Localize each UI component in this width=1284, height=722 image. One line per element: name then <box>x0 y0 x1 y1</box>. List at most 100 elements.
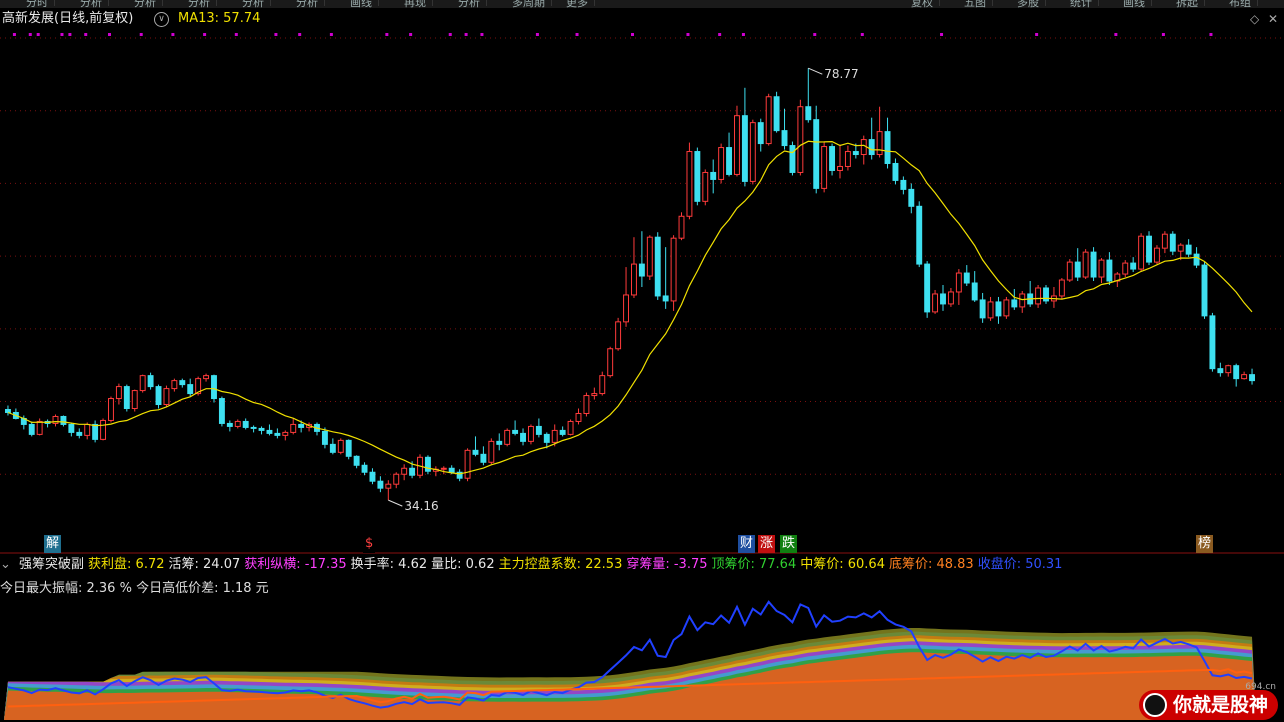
candle-body <box>1082 251 1089 278</box>
candlestick-chart[interactable]: 78.77 34.16 <box>0 0 1284 722</box>
candle-body <box>718 147 725 180</box>
marker-dot <box>480 33 484 36</box>
candle-body <box>860 139 867 156</box>
candle-body <box>345 439 352 457</box>
marker-dot <box>139 33 143 36</box>
candle-body <box>702 171 709 202</box>
candle-body <box>108 398 114 421</box>
indicator-value: 换手率: 4.62 <box>350 557 428 572</box>
candle-body <box>203 375 210 380</box>
event-tag[interactable]: 解 <box>44 535 62 553</box>
candle-body <box>527 425 534 442</box>
candle-body <box>599 375 606 395</box>
candle-body <box>868 139 875 156</box>
candle-body <box>147 375 154 388</box>
candle-body <box>884 131 891 164</box>
indicator-header: ⌄ 强筹突破副 获利盘: 6.72 活筹: 24.07 获利纵横: -17.35 换手率… <box>0 554 1284 576</box>
candle-body <box>5 409 11 413</box>
event-tag[interactable]: 榜 <box>1196 535 1214 553</box>
marker-dot <box>68 33 72 36</box>
indicator-name[interactable]: 强筹突破副 <box>19 557 84 572</box>
marker-dot <box>385 33 389 36</box>
candle-body <box>995 301 1002 317</box>
candle-body <box>1106 259 1113 282</box>
candle-body <box>258 427 265 431</box>
candle-body <box>726 147 733 175</box>
marker-dot <box>1114 33 1118 36</box>
candle-body <box>250 426 257 429</box>
candle-body <box>765 96 772 145</box>
indicator-stats-line: 今日最大振幅: 2.36 % 今日高低价差: 1.18 元 <box>0 581 269 596</box>
indicator-dropdown-icon[interactable]: ⌄ <box>0 557 15 572</box>
event-tag[interactable]: 跌 <box>780 535 798 553</box>
marker-dot <box>298 33 302 36</box>
marker-dot <box>718 33 722 36</box>
marker-dot <box>171 33 175 36</box>
indicator-value: 主力控盘系数: 22.53 <box>498 557 623 572</box>
candle-body <box>329 443 336 453</box>
candle-body <box>583 395 590 414</box>
low-pointer <box>388 499 403 507</box>
candle-body <box>488 440 495 463</box>
candle-body <box>440 467 447 470</box>
candle-body <box>266 429 273 434</box>
candle-body <box>908 188 915 207</box>
marker-dot <box>631 33 634 36</box>
candle-body <box>1249 374 1255 382</box>
candle-body <box>496 440 503 445</box>
candle-body <box>68 423 75 433</box>
candle-body <box>1161 233 1168 249</box>
candle-body <box>155 386 162 406</box>
marker-dot <box>1035 33 1039 36</box>
candle-body <box>385 483 392 489</box>
indicator-value: 收盘价: 50.31 <box>977 557 1063 572</box>
candle-body <box>1130 262 1137 270</box>
candle-body <box>971 282 978 301</box>
candle-body <box>123 386 130 410</box>
candle-body <box>916 205 923 265</box>
event-tag[interactable]: 涨 <box>758 535 776 553</box>
candle-body <box>844 151 851 167</box>
indicator-value: 获利盘: 6.72 <box>88 557 165 572</box>
indicator-value: 获利纵横: -17.35 <box>244 557 347 572</box>
candle-body <box>591 393 598 397</box>
candle-body <box>1122 262 1129 275</box>
candle-body <box>567 420 574 435</box>
marker-dot <box>12 33 16 36</box>
low-label: 34.16 <box>404 499 438 513</box>
marker-dot <box>234 33 238 36</box>
candle-body <box>631 263 637 296</box>
candle-body <box>131 390 138 410</box>
candle-body <box>218 398 225 424</box>
candle-body <box>464 449 471 479</box>
event-tag[interactable]: $ <box>363 535 376 553</box>
candle-body <box>813 119 820 189</box>
candle-body <box>559 429 566 435</box>
event-tag[interactable]: 财 <box>738 535 756 553</box>
marker-dot <box>860 33 864 36</box>
marker-dot <box>28 33 32 36</box>
candle-body <box>686 151 693 217</box>
candle-body <box>757 122 764 145</box>
marker-dot <box>36 33 40 36</box>
indicator-value: 量比: 0.62 <box>431 557 495 572</box>
indicator-value: 活筹: 24.07 <box>168 557 241 572</box>
candle-body <box>139 375 146 392</box>
candle-body <box>535 425 542 435</box>
candle-body <box>1185 244 1192 255</box>
candle-body <box>781 130 788 147</box>
candle-body <box>242 420 249 428</box>
marker-dot <box>686 33 690 36</box>
marker-dot <box>448 33 452 36</box>
candle-body <box>876 131 883 156</box>
candle-body <box>179 380 186 386</box>
candle-body <box>1233 365 1240 380</box>
candle-body <box>424 456 431 472</box>
candle-body <box>741 115 748 182</box>
candle-body <box>932 293 939 313</box>
candle-body <box>1193 253 1200 266</box>
candle-body <box>369 471 376 482</box>
marker-dot <box>409 33 413 36</box>
marker-dot <box>464 33 468 36</box>
candle-body <box>361 464 368 473</box>
